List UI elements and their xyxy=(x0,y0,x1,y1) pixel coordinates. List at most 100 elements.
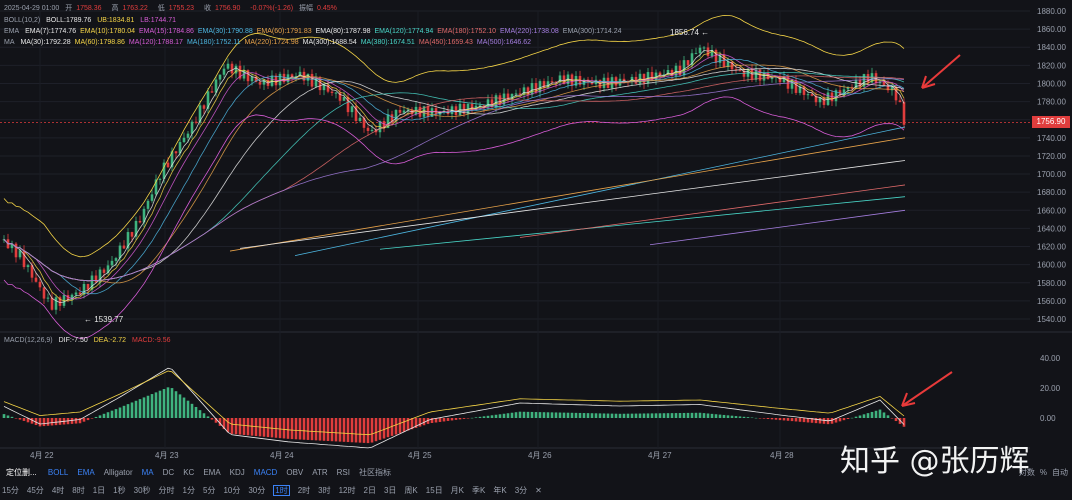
interval-19[interactable]: 15日 xyxy=(426,486,443,495)
macd-bar xyxy=(242,418,246,435)
macd-bar xyxy=(718,414,722,418)
interval-15[interactable]: 12时 xyxy=(339,486,356,495)
macd-bar xyxy=(650,413,654,418)
price-tick-9: 1700.00 xyxy=(1037,170,1066,179)
macd-bar xyxy=(98,415,102,418)
macd-bar xyxy=(46,418,50,426)
macd-bar xyxy=(778,418,782,421)
interval-2[interactable]: 4时 xyxy=(52,486,64,495)
interval-8[interactable]: 1分 xyxy=(183,486,195,495)
axis-option-2[interactable]: 自动 xyxy=(1052,468,1068,477)
macd-bar xyxy=(402,418,406,432)
boll-name: BOLL(10,2) xyxy=(4,17,41,24)
indicator-boll-0[interactable]: BOLL xyxy=(48,468,68,477)
close-icon[interactable]: ✕ xyxy=(535,486,542,495)
indicator-macd-8[interactable]: MACD xyxy=(254,468,278,477)
interval-20[interactable]: 月K xyxy=(451,486,464,495)
macd-bar xyxy=(374,418,378,442)
interval-16[interactable]: 2日 xyxy=(364,486,376,495)
macd-bar xyxy=(722,414,726,418)
macd-bar xyxy=(614,413,618,418)
macd-bar xyxy=(534,412,538,418)
macd-bar xyxy=(498,414,502,418)
interval-22[interactable]: 年K xyxy=(493,486,506,495)
ma-item-4: MA(220):1724.98 xyxy=(244,39,299,46)
boll-lb: LB:1744.71 xyxy=(140,17,176,24)
interval-10[interactable]: 10分 xyxy=(223,486,240,495)
boll-legend[interactable]: BOLL(10,2) BOLL:1789.76 UB:1834.81 LB:17… xyxy=(4,16,180,25)
ma-legend[interactable]: MA MA(30):1792.28 MA(60):1798.86 MA(120):1… xyxy=(4,38,535,47)
macd-bar xyxy=(554,412,558,418)
interval-21[interactable]: 季K xyxy=(472,486,485,495)
indicator-kdj-7[interactable]: KDJ xyxy=(230,468,245,477)
ema-item-3: EMA(30):1790.88 xyxy=(197,28,253,35)
ema-legend[interactable]: EMA EMA(7):1774.76 EMA(10):1780.04 EMA(15)… xyxy=(4,27,626,36)
interval-4[interactable]: 1日 xyxy=(93,486,105,495)
interval-9[interactable]: 5分 xyxy=(203,486,215,495)
macd-bar xyxy=(882,412,886,418)
macd-bar xyxy=(174,391,178,418)
indicator-rsi-11[interactable]: RSI xyxy=(337,468,350,477)
indicator-kc-5[interactable]: KC xyxy=(183,468,194,477)
macd-bar xyxy=(842,418,846,421)
macd-bar xyxy=(194,406,198,418)
macd-bar xyxy=(330,418,334,442)
interval-0[interactable]: 15分 xyxy=(2,486,19,495)
interval-5[interactable]: 1秒 xyxy=(113,486,125,495)
interval-3[interactable]: 8时 xyxy=(72,486,84,495)
candle-body xyxy=(22,250,26,268)
community-indicators[interactable]: 社区指标 xyxy=(359,468,391,477)
macd-legend[interactable]: MACD(12,26,9) DIF:-7.50 DEA:-2.72 MACD:-… xyxy=(4,337,171,344)
close-value: 1756.90 xyxy=(215,5,241,12)
price-tick-15: 1580.00 xyxy=(1037,279,1066,288)
interval-23[interactable]: 3分 xyxy=(515,486,527,495)
interval-6[interactable]: 30秒 xyxy=(134,486,151,495)
axis-option-1[interactable]: % xyxy=(1040,468,1047,477)
interval-bar: 15分 45分 4时 8时 1日 1秒 30秒 分时 1分 5分 10分 30分 1时 2时 3时 12时 2日… xyxy=(2,485,550,496)
chart-canvas[interactable]: 1880.00 1860.00 1840.00 1820.00 1800.00 1780.… xyxy=(0,0,1072,463)
macd-bar xyxy=(610,413,614,418)
boll-mid: BOLL:1789.76 xyxy=(46,17,92,24)
indicator-alligator-2[interactable]: Alligator xyxy=(104,468,133,477)
interval-12[interactable]: 1时 xyxy=(273,485,290,496)
interval-13[interactable]: 2时 xyxy=(298,486,310,495)
macd-bar xyxy=(378,418,382,440)
interval-11[interactable]: 30分 xyxy=(248,486,265,495)
macd-bar xyxy=(110,410,114,418)
macd-bar xyxy=(250,418,254,436)
macd-bar xyxy=(90,418,94,419)
macd-bar xyxy=(42,418,46,427)
indicator-ma-3[interactable]: MA xyxy=(142,468,154,477)
macd-bar xyxy=(570,412,574,418)
macd-value: MACD:-9.56 xyxy=(131,337,171,344)
macd-bar xyxy=(306,418,310,440)
interval-1[interactable]: 45分 xyxy=(27,486,44,495)
header-datetime: 2025-04-29 01:00 xyxy=(4,5,60,12)
locate-tag[interactable]: 定位删... xyxy=(6,468,37,477)
macd-bar xyxy=(790,418,794,422)
macd-bar xyxy=(158,390,162,418)
macd-tick-2: 0.00 xyxy=(1040,414,1056,423)
indicator-ema-6[interactable]: EMA xyxy=(203,468,220,477)
macd-bar xyxy=(394,418,398,435)
candle-body xyxy=(898,100,902,103)
price-tick-3: 1820.00 xyxy=(1037,61,1066,70)
interval-18[interactable]: 周K xyxy=(404,486,417,495)
axis-option-0[interactable]: 对数 xyxy=(1019,468,1035,477)
macd-bar xyxy=(418,418,422,427)
macd-bar xyxy=(714,414,718,418)
indicator-atr-10[interactable]: ATR xyxy=(312,468,327,477)
interval-14[interactable]: 3时 xyxy=(318,486,330,495)
macd-bar xyxy=(10,416,14,418)
macd-bar xyxy=(354,418,358,443)
macd-bar xyxy=(462,418,466,419)
bottom-toolbar: 定位删... BOLL EMA Alligator MA DC KC EMA KDJ MACD O… xyxy=(0,463,1072,500)
price-tick-14: 1600.00 xyxy=(1037,261,1066,270)
macd-bar xyxy=(502,413,506,418)
interval-17[interactable]: 3日 xyxy=(384,486,396,495)
macd-bar xyxy=(522,411,526,418)
indicator-dc-4[interactable]: DC xyxy=(163,468,175,477)
interval-7[interactable]: 分时 xyxy=(159,486,175,495)
indicator-obv-9[interactable]: OBV xyxy=(286,468,303,477)
indicator-ema-1[interactable]: EMA xyxy=(77,468,94,477)
